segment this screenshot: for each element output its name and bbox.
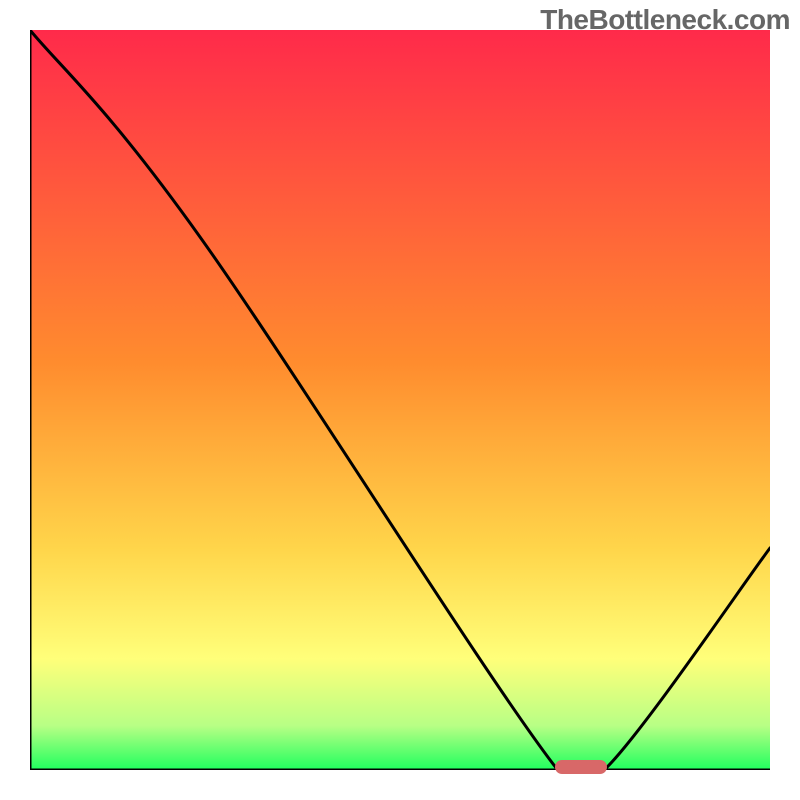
minimum-marker xyxy=(555,760,607,774)
chart-background xyxy=(30,30,770,770)
chart-svg xyxy=(30,30,770,770)
chart-area xyxy=(30,30,770,770)
